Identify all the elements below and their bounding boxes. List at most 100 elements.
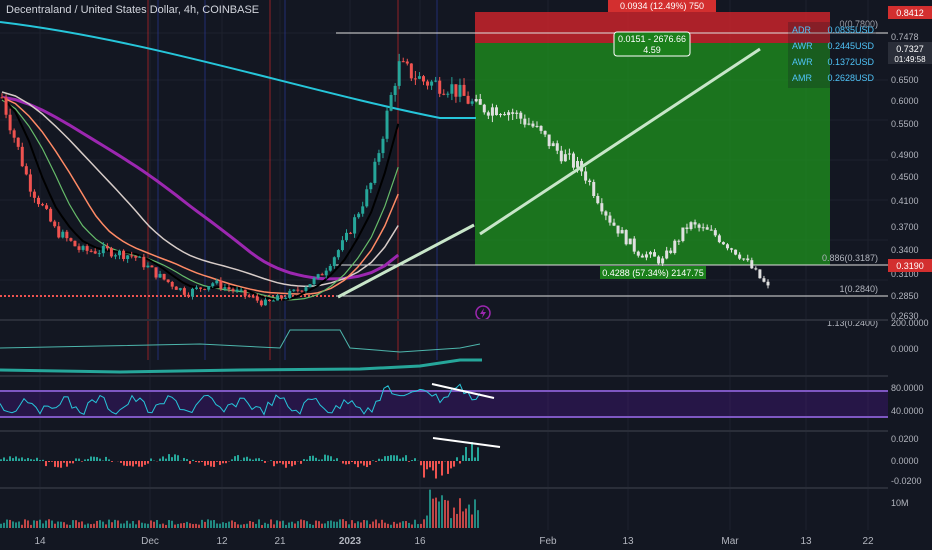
macd-bar	[435, 461, 437, 479]
price-tick-label: 0.4500	[891, 172, 919, 182]
candle-body	[0, 97, 4, 99]
volume-bar	[465, 508, 467, 528]
macd-bar	[279, 461, 281, 463]
range-legend-value: 0.0835USD	[827, 25, 874, 35]
macd-bar	[456, 457, 458, 461]
volume-bar	[225, 523, 227, 528]
macd-bar	[147, 461, 149, 464]
macd-bar	[150, 458, 152, 461]
candle-body	[426, 81, 430, 86]
volume-bar	[30, 524, 32, 528]
macd-bar	[360, 461, 362, 464]
volume-bar	[204, 521, 206, 528]
macd-bar	[222, 461, 224, 464]
macd-bar	[468, 458, 470, 461]
macd-bar	[99, 458, 101, 461]
candle-body	[766, 281, 770, 286]
volume-bar	[15, 522, 17, 528]
macd-bar	[453, 461, 455, 467]
candle-body	[381, 138, 385, 154]
volume-bar	[105, 524, 107, 528]
volume-bar	[111, 522, 113, 528]
candle-body	[576, 161, 580, 168]
candle-body	[304, 287, 308, 292]
macd-bar	[123, 461, 125, 466]
range-legend: ADR 0.0835USD AWR 0.2445USD AWR 0.1372USD AMR 0…	[788, 22, 876, 88]
macd-bar	[426, 461, 428, 470]
volume-bar	[234, 521, 236, 528]
volume-bar	[207, 519, 209, 528]
volume-bar	[447, 500, 449, 528]
volume-bar	[291, 521, 293, 528]
candle-body	[628, 238, 632, 245]
candle-body	[571, 153, 575, 168]
candle-body	[12, 130, 16, 138]
macd-bar	[288, 461, 290, 464]
volume-bar	[6, 519, 8, 528]
macd-bar	[474, 457, 476, 461]
volume-bar	[312, 524, 314, 528]
candle-body	[401, 61, 405, 63]
time-axis[interactable]: 14 Dec 12 21 2023 16 Feb 13 Mar 13 22	[0, 530, 932, 550]
candle-body	[499, 114, 503, 116]
candle-body	[276, 295, 280, 301]
pane-axis-label: 0.0200	[891, 434, 919, 444]
candle-body	[77, 246, 81, 250]
volume-bar	[279, 521, 281, 528]
rsi-band	[0, 391, 888, 417]
candle-body	[385, 110, 389, 139]
macd-bar	[372, 460, 374, 461]
candle-body	[665, 250, 669, 259]
candle-body	[126, 255, 130, 259]
volume-bar	[249, 521, 251, 528]
volume-bar	[363, 520, 365, 528]
price-axis[interactable]: 0.7478 0.6500 0.6000 0.5500 0.4900 0.4500 0.41…	[888, 0, 932, 530]
candle-body	[373, 161, 377, 183]
time-tick-label: 22	[862, 536, 874, 547]
volume-bar	[18, 521, 20, 528]
macd-bar	[198, 461, 200, 463]
loss-label-text: 0.0934 (12.49%) 750	[620, 1, 704, 11]
candle-body	[361, 206, 365, 214]
candle-body	[681, 227, 685, 241]
candle-body	[604, 211, 608, 216]
pane-axis-label: 40.0000	[891, 406, 924, 416]
candle-body	[207, 286, 211, 290]
candle-body	[632, 238, 636, 252]
volume-bar	[327, 521, 329, 528]
symbol-title[interactable]: Decentraland / United States Dollar, 4h,…	[6, 4, 259, 16]
volume-bar	[156, 520, 158, 528]
volume-bar	[333, 521, 335, 528]
macd-bar	[93, 456, 95, 461]
profit-zone[interactable]	[475, 43, 830, 265]
macd-bar	[135, 461, 137, 465]
volume-bar	[435, 497, 437, 528]
volume-bar	[216, 523, 218, 528]
candle-body	[41, 204, 45, 206]
macd-bar	[21, 457, 23, 461]
volume-bar	[375, 519, 377, 528]
macd-bar	[216, 461, 218, 462]
macd-bar	[87, 458, 89, 461]
macd-bar	[321, 459, 323, 461]
volume-bar	[27, 520, 29, 528]
macd-bar	[246, 456, 248, 461]
candle-body	[105, 245, 109, 249]
time-tick-label: Dec	[141, 536, 159, 547]
candle-body	[746, 258, 750, 261]
candle-body	[730, 248, 734, 250]
volume-bar	[93, 523, 95, 528]
trading-chart[interactable]: 0.0934 (12.49%) 750 0.0151 - 2676.66 4.5…	[0, 0, 932, 550]
macd-bar	[12, 458, 14, 461]
macd-bar	[375, 461, 377, 462]
volume-bar	[240, 524, 242, 528]
candle-body	[65, 231, 69, 239]
candle-body	[758, 269, 762, 279]
volume-bar	[114, 519, 116, 528]
price-tick-label: 0.3400	[891, 245, 919, 255]
macd-bar	[240, 460, 242, 461]
volume-bar	[153, 521, 155, 528]
macd-bar	[66, 461, 68, 467]
macd-bar	[168, 454, 170, 461]
volume-bar	[219, 523, 221, 528]
